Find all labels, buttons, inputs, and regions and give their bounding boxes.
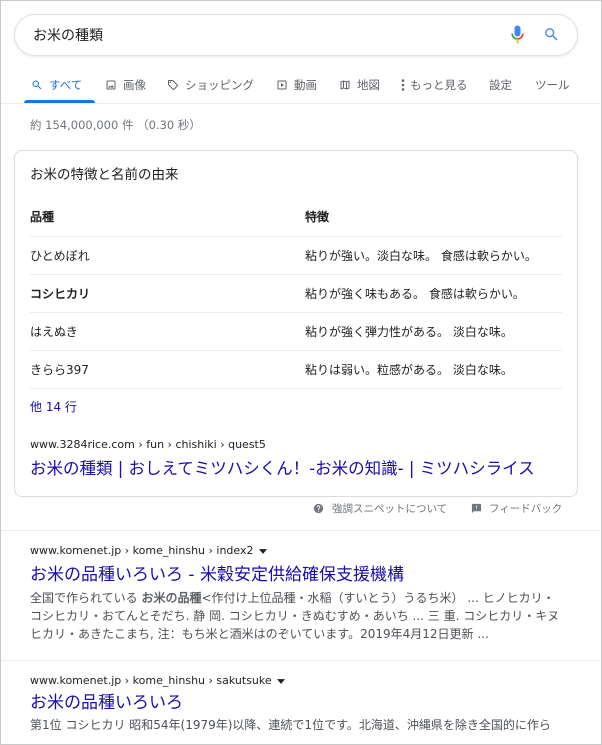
more-vert-icon (401, 79, 405, 91)
search-icon[interactable] (543, 26, 560, 43)
snippet-table: 品種 特徴 ひとめぼれ 粘りが強い。淡白な味。 食感は軟らかい。 コシヒカリ 粘… (30, 196, 562, 389)
tab-settings[interactable]: 設定 (489, 76, 512, 94)
result-url-row: www.komenet.jp › kome_hinshu › sakutsuke (30, 673, 285, 689)
search-result: www.komenet.jp › kome_hinshu › sakutsuke… (30, 673, 570, 743)
table-row: はえぬき 粘りが強く弾力性がある。 淡白な味。 (30, 313, 562, 351)
search-results-page: すべて 画像 ショッピング 動画 地図 もっと見る 設定 ツール (0, 0, 602, 745)
tab-label: 地図 (357, 78, 380, 92)
play-icon (277, 80, 287, 90)
table-header-row: 品種 特徴 (30, 196, 562, 237)
table-cell-feature: 粘りは弱い。粒感がある。 淡白な味。 (305, 363, 513, 377)
tab-label: 設定 (489, 78, 512, 92)
featured-snippet-title: お米の特徴と名前の由来 (30, 167, 179, 183)
result-divider (0, 530, 602, 531)
search-input[interactable] (33, 15, 493, 55)
search-icon (32, 80, 42, 90)
tab-bar: すべて 画像 ショッピング 動画 地図 もっと見る 設定 ツール (0, 70, 602, 104)
map-icon (340, 80, 350, 90)
about-featured-snippets-label: 強調スニペットについて (332, 502, 448, 515)
tab-videos[interactable]: 動画 (276, 76, 317, 94)
result-stats: 約 154,000,000 件 （0.30 秒） (30, 118, 201, 132)
tab-more[interactable]: もっと見る (401, 76, 468, 94)
feedback-label: フィードバック (489, 502, 563, 515)
tab-shopping[interactable]: ショッピング (167, 76, 254, 94)
table-row: きらら397 粘りは弱い。粒感がある。 淡白な味。 (30, 351, 562, 389)
table-header-feature: 特徴 (305, 209, 330, 224)
about-featured-snippets-link[interactable]: 強調スニペットについて (313, 500, 447, 516)
result-divider (0, 660, 602, 661)
tab-label: すべて (49, 78, 83, 92)
image-icon (106, 80, 116, 90)
result-snippet: 全国で作られている お米の品種<作付け上位品種・水稲（すいとう）うるち米） ..… (30, 589, 562, 643)
featured-snippet-url[interactable]: www.3284rice.com › fun › chishiki › ques… (30, 437, 266, 453)
search-box[interactable] (14, 14, 578, 56)
tab-tools[interactable]: ツール (535, 76, 570, 94)
table-cell-variety: きらら397 (30, 363, 89, 377)
search-result: www.komenet.jp › kome_hinshu › index2 お米… (30, 543, 570, 653)
tab-label: もっと見る (410, 78, 468, 92)
tab-label: ツール (535, 78, 570, 92)
snippet-feedback-row: 強調スニペットについて フィードバック (0, 500, 602, 516)
table-cell-feature: 粘りが強く弾力性がある。 淡白な味。 (305, 325, 513, 339)
featured-snippet-link[interactable]: お米の種類 | おしえてミツハシくん！-お米の知識- | ミツハシライス (30, 457, 563, 481)
table-cell-feature: 粘りが強く味もある。 食感は軟らかい。 (305, 287, 525, 301)
table-cell-variety: ひとめぼれ (30, 249, 90, 263)
feedback-link[interactable]: フィードバック (471, 500, 562, 516)
result-title-link[interactable]: お米の品種いろいろ - 米穀安定供給確保支援機構 (30, 563, 570, 587)
result-snippet: 第1位 コシヒカリ 昭和54年(1979年)以降、連続で1位です。北海道、沖縄県… (30, 718, 551, 732)
tab-maps[interactable]: 地図 (339, 76, 380, 94)
tag-icon (168, 80, 178, 90)
tab-label: 画像 (123, 78, 146, 92)
table-cell-variety: はえぬき (30, 325, 78, 339)
mic-icon[interactable] (511, 25, 524, 44)
tab-bar-divider (0, 103, 602, 104)
table-cell-variety: コシヒカリ (30, 287, 91, 301)
result-url[interactable]: www.komenet.jp › kome_hinshu › sakutsuke (30, 673, 272, 689)
table-cell-feature: 粘りが強い。淡白な味。 食感は軟らかい。 (305, 249, 537, 263)
table-row: ひとめぼれ 粘りが強い。淡白な味。 食感は軟らかい。 (30, 237, 562, 275)
tab-images[interactable]: 画像 (105, 76, 146, 94)
result-url-row: www.komenet.jp › kome_hinshu › index2 (30, 543, 267, 559)
snippet-highlight: お米の品種 (141, 591, 202, 605)
tab-all[interactable]: すべて (31, 76, 82, 94)
tab-label: ショッピング (185, 78, 254, 92)
table-row: コシヒカリ 粘りが強く味もある。 食感は軟らかい。 (30, 275, 562, 313)
tab-label: 動画 (294, 78, 317, 92)
chevron-down-icon[interactable] (276, 678, 285, 684)
help-icon (313, 503, 324, 513)
feedback-icon (471, 503, 482, 513)
chevron-down-icon[interactable] (258, 548, 267, 554)
more-rows-link[interactable]: 他 14 行 (30, 398, 77, 416)
snippet-text: 全国で作られている (30, 591, 142, 605)
featured-snippet-card: お米の特徴と名前の由来 品種 特徴 ひとめぼれ 粘りが強い。淡白な味。 食感は軟… (14, 150, 578, 497)
result-url[interactable]: www.komenet.jp › kome_hinshu › index2 (30, 543, 254, 559)
result-title-link[interactable]: お米の品種いろいろ (30, 691, 570, 715)
table-header-variety: 品種 (30, 209, 55, 224)
